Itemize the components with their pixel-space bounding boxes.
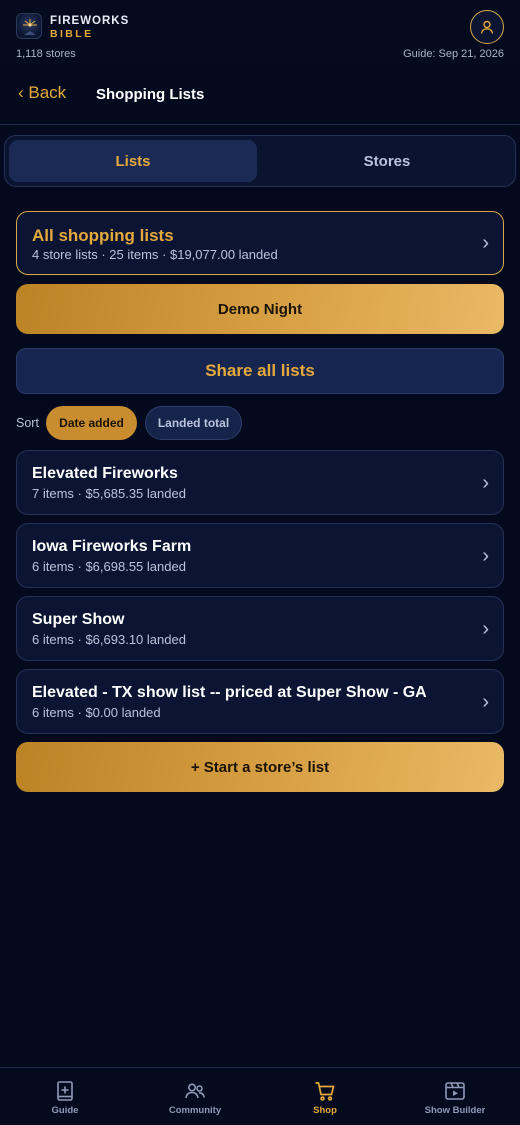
nav-label: Shop xyxy=(313,1105,337,1116)
sort-chip-date-added[interactable]: Date added xyxy=(46,406,137,440)
nav-show-builder[interactable]: Show Builder xyxy=(390,1068,520,1125)
share-all-lists-button[interactable]: Share all lists xyxy=(16,348,504,394)
back-button[interactable]: ‹ Back xyxy=(18,83,66,103)
guide-date: Guide: Sep 21, 2026 xyxy=(403,48,504,60)
store-list-item[interactable]: Elevated - TX show list -- priced at Sup… xyxy=(16,669,504,734)
tab-lists[interactable]: Lists xyxy=(9,140,257,182)
nav-guide[interactable]: Guide xyxy=(0,1068,130,1125)
demo-night-button[interactable]: Demo Night xyxy=(16,284,504,334)
film-icon xyxy=(444,1080,466,1102)
store-meta: 6 items · $6,698.55 landed xyxy=(32,559,186,574)
summary-subtitle: 4 store lists · 25 items · $19,077.00 la… xyxy=(32,247,278,262)
store-name: Super Show xyxy=(32,611,125,628)
account-button[interactable] xyxy=(470,10,504,44)
store-name: Elevated - TX show list -- priced at Sup… xyxy=(32,684,427,701)
chevron-right-icon: › xyxy=(482,691,489,713)
app-header: FIREWORKS BIBLE 1,118 stores Guide: Sep … xyxy=(0,0,520,64)
nav-shop[interactable]: Shop xyxy=(260,1068,390,1125)
bottom-nav: Guide Community Shop Show Builder xyxy=(0,1067,520,1125)
tab-stores[interactable]: Stores xyxy=(263,140,511,182)
chevron-right-icon: › xyxy=(482,545,489,567)
brand-subname: BIBLE xyxy=(50,28,94,40)
book-plus-icon xyxy=(54,1080,76,1102)
nav-community[interactable]: Community xyxy=(130,1068,260,1125)
chevron-right-icon: › xyxy=(482,472,489,494)
cart-icon xyxy=(314,1080,336,1102)
users-icon xyxy=(184,1080,206,1102)
store-name: Elevated Fireworks xyxy=(32,465,178,482)
chevron-right-icon: › xyxy=(482,618,489,640)
all-shopping-lists-card[interactable]: All shopping lists 4 store lists · 25 it… xyxy=(16,211,504,275)
sort-chip-landed-total[interactable]: Landed total xyxy=(145,406,242,440)
store-meta: 7 items · $5,685.35 landed xyxy=(32,486,186,501)
fireworks-logo-icon xyxy=(16,13,42,39)
nav-label: Guide xyxy=(51,1105,79,1116)
store-list-item[interactable]: Super Show 6 items · $6,693.10 landed › xyxy=(16,596,504,661)
summary-title: All shopping lists xyxy=(32,226,174,245)
store-meta: 6 items · $0.00 landed xyxy=(32,705,161,720)
store-meta: 6 items · $6,693.10 landed xyxy=(32,632,186,647)
user-icon xyxy=(480,20,494,34)
segmented-tabs: Lists Stores xyxy=(4,135,516,187)
nav-label: Community xyxy=(168,1105,222,1116)
brand-name: FIREWORKS xyxy=(50,15,130,27)
store-list-item[interactable]: Iowa Fireworks Farm 6 items · $6,698.55 … xyxy=(16,523,504,588)
sort-label: Sort xyxy=(16,416,39,430)
store-list-item[interactable]: Elevated Fireworks 7 items · $5,685.35 l… xyxy=(16,450,504,515)
start-store-list-button[interactable]: + Start a store’s list xyxy=(16,742,504,792)
nav-bar: ‹ Back Shopping Lists xyxy=(0,64,520,125)
page-title: Shopping Lists xyxy=(96,86,205,103)
chevron-right-icon: › xyxy=(482,232,489,254)
nav-label: Show Builder xyxy=(424,1105,486,1116)
store-count: 1,118 stores xyxy=(16,48,76,60)
store-name: Iowa Fireworks Farm xyxy=(32,538,192,555)
